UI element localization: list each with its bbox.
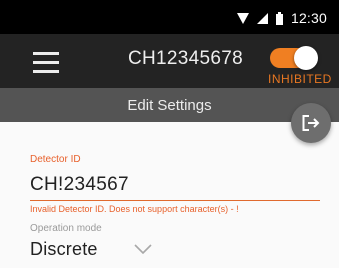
detector-id-input[interactable] [30, 164, 320, 201]
settings-form: Detector ID Invalid Detector ID. Does no… [0, 122, 339, 268]
detector-id-error: Invalid Detector ID. Does not support ch… [30, 204, 239, 214]
operation-mode-label: Operation mode [30, 223, 102, 234]
wifi-icon [236, 12, 249, 24]
battery-icon [275, 11, 283, 25]
signal-icon [256, 12, 268, 24]
status-icons: 12:30 [236, 10, 327, 26]
sub-header: Edit Settings [0, 88, 339, 122]
inhibit-toggle[interactable] [266, 46, 326, 70]
inhibit-status-label: INHIBITED [268, 72, 332, 86]
hamburger-menu-icon[interactable] [33, 52, 59, 74]
operation-mode-select[interactable]: Discrete [30, 234, 152, 264]
status-bar: 12:30 [0, 0, 339, 34]
operation-mode-value: Discrete [30, 238, 98, 259]
toggle-thumb [294, 46, 318, 70]
chevron-down-icon [134, 244, 152, 254]
page-title: Edit Settings [127, 97, 212, 114]
status-time: 12:30 [290, 10, 327, 26]
logout-button[interactable] [291, 103, 331, 143]
logout-icon [302, 115, 320, 131]
device-title: CH12345678 [128, 48, 243, 69]
